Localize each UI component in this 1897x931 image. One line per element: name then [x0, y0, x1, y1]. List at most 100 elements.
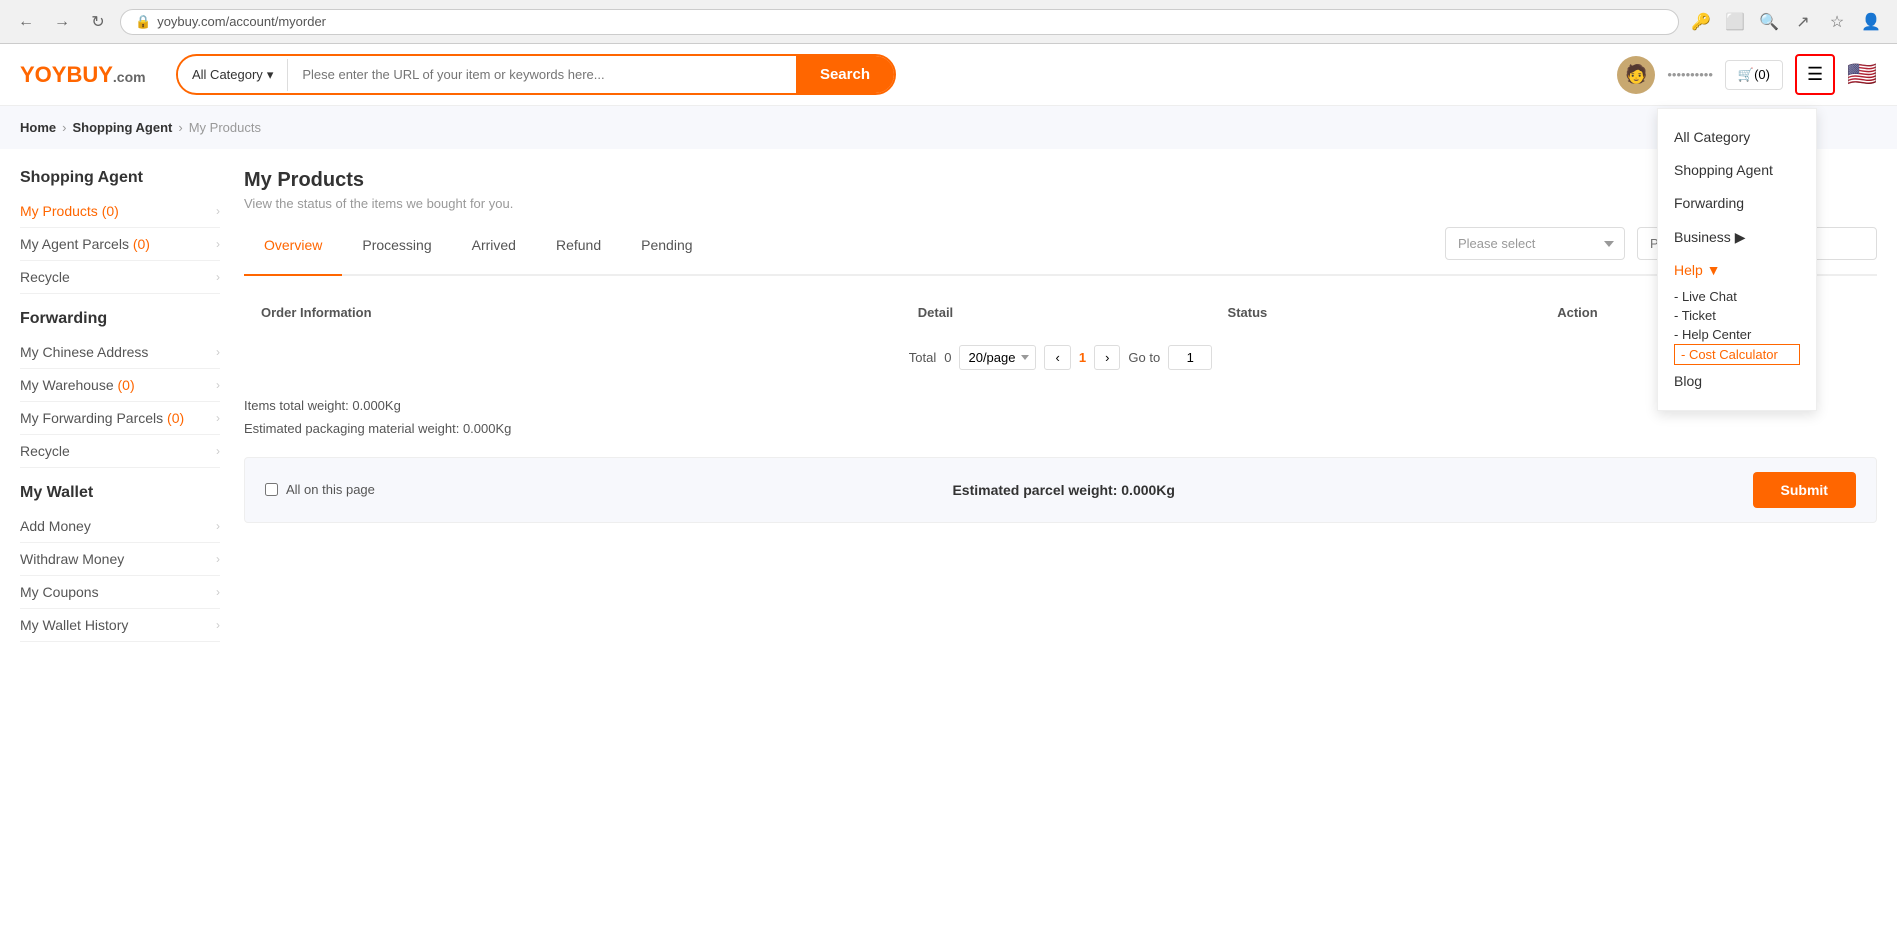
current-page: 1 — [1079, 350, 1086, 365]
dropdown-business[interactable]: Business ▶ — [1674, 221, 1800, 254]
sidebar: Shopping Agent My Products (0) › My Agen… — [20, 169, 220, 642]
dropdown-forwarding[interactable]: Forwarding — [1674, 187, 1800, 220]
breadcrumb-shopping-agent[interactable]: Shopping Agent — [72, 120, 172, 135]
dropdown-cost-calculator[interactable]: - Cost Calculator — [1674, 344, 1800, 365]
address-bar[interactable]: 🔒 yoybuy.com/account/myorder — [120, 9, 1679, 35]
browser-bookmark-icon[interactable]: ☆ — [1823, 8, 1851, 36]
chevron-icon: › — [216, 552, 220, 566]
browser-zoom-icon[interactable]: 🔍 — [1755, 8, 1783, 36]
sidebar-section-forwarding: Forwarding — [20, 310, 220, 328]
user-name: •••••••••• — [1667, 67, 1713, 82]
sidebar-count-warehouse: (0) — [118, 377, 135, 393]
search-input[interactable] — [288, 57, 796, 92]
main-content: My Products View the status of the items… — [244, 169, 1877, 642]
col-detail: Detail — [902, 293, 1212, 333]
sidebar-label-my-agent-parcels: My Agent Parcels (0) — [20, 236, 150, 252]
total-count: 0 — [944, 350, 951, 365]
menu-button[interactable]: ☰ — [1795, 54, 1835, 95]
cart-button[interactable]: 🛒(0) — [1725, 60, 1783, 90]
page-subtitle: View the status of the items we bought f… — [244, 196, 1877, 211]
browser-account-icon[interactable]: 👤 — [1857, 8, 1885, 36]
logo-buy: BUY — [66, 62, 112, 87]
language-flag[interactable]: 🇺🇸 — [1847, 60, 1877, 89]
sidebar-item-my-products[interactable]: My Products (0) › — [20, 195, 220, 228]
dropdown-all-category[interactable]: All Category — [1674, 121, 1800, 154]
browser-key-icon[interactable]: 🔑 — [1687, 8, 1715, 36]
breadcrumb-current: My Products — [189, 120, 261, 135]
all-checkbox-input[interactable] — [265, 483, 278, 496]
sidebar-count-my-products: (0) — [102, 203, 119, 219]
search-button[interactable]: Search — [796, 56, 894, 93]
dropdown-blog[interactable]: Blog — [1674, 365, 1800, 398]
sidebar-label-add-money: Add Money — [20, 518, 91, 534]
goto-input[interactable] — [1168, 345, 1212, 370]
sidebar-item-recycle-1[interactable]: Recycle › — [20, 261, 220, 294]
sidebar-label-my-wallet-history: My Wallet History — [20, 617, 128, 633]
browser-translate-icon[interactable]: ⬜ — [1721, 8, 1749, 36]
dropdown-live-chat[interactable]: - Live Chat — [1674, 287, 1800, 306]
tab-refund[interactable]: Refund — [536, 227, 621, 276]
chevron-icon: › — [216, 618, 220, 632]
tab-processing[interactable]: Processing — [342, 227, 451, 276]
page-size-select[interactable]: 20/page — [959, 345, 1036, 370]
breadcrumb: Home › Shopping Agent › My Products — [0, 106, 1897, 149]
browser-share-icon[interactable]: ↗ — [1789, 8, 1817, 36]
sidebar-item-my-wallet-history[interactable]: My Wallet History › — [20, 609, 220, 642]
chevron-icon: › — [216, 270, 220, 284]
total-weight: Items total weight: 0.000Kg — [244, 394, 1877, 417]
sidebar-item-withdraw-money[interactable]: Withdraw Money › — [20, 543, 220, 576]
sidebar-item-add-money[interactable]: Add Money › — [20, 510, 220, 543]
all-on-page-checkbox[interactable]: All on this page — [265, 482, 375, 497]
sidebar-label-recycle-1: Recycle — [20, 269, 70, 285]
sidebar-label-my-warehouse: My Warehouse (0) — [20, 377, 135, 393]
sidebar-item-my-warehouse[interactable]: My Warehouse (0) › — [20, 369, 220, 402]
all-checkbox-label: All on this page — [286, 482, 375, 497]
tab-overview[interactable]: Overview — [244, 227, 342, 276]
next-page-button[interactable]: › — [1094, 345, 1120, 370]
main-layout: Shopping Agent My Products (0) › My Agen… — [0, 149, 1897, 662]
chevron-icon: › — [216, 585, 220, 599]
back-button[interactable]: ← — [12, 8, 40, 36]
category-dropdown[interactable]: All Category ▾ — [178, 59, 288, 91]
chevron-icon: › — [216, 519, 220, 533]
pagination: Total 0 20/page ‹ 1 › Go to — [244, 333, 1877, 382]
tab-arrived[interactable]: Arrived — [452, 227, 536, 276]
sidebar-item-my-forwarding-parcels[interactable]: My Forwarding Parcels (0) › — [20, 402, 220, 435]
logo-com: .com — [113, 69, 146, 85]
sidebar-item-my-chinese-address[interactable]: My Chinese Address › — [20, 336, 220, 369]
goto-label: Go to — [1128, 350, 1160, 365]
filter-select[interactable]: Please select — [1445, 227, 1625, 260]
chevron-icon: › — [216, 345, 220, 359]
sidebar-section-shopping-agent: Shopping Agent — [20, 169, 220, 187]
dropdown-help[interactable]: Help ▼ — [1674, 254, 1800, 287]
sidebar-item-recycle-2[interactable]: Recycle › — [20, 435, 220, 468]
dropdown-shopping-agent[interactable]: Shopping Agent — [1674, 154, 1800, 187]
parcel-weight: Estimated parcel weight: 0.000Kg — [952, 482, 1175, 498]
dropdown-ticket[interactable]: - Ticket — [1674, 306, 1800, 325]
sidebar-item-my-agent-parcels[interactable]: My Agent Parcels (0) › — [20, 228, 220, 261]
tab-pending[interactable]: Pending — [621, 227, 712, 276]
forward-button[interactable]: → — [48, 8, 76, 36]
prev-page-button[interactable]: ‹ — [1044, 345, 1070, 370]
sidebar-label-my-forwarding-parcels: My Forwarding Parcels (0) — [20, 410, 184, 426]
chevron-down-icon: ▾ — [267, 67, 274, 83]
sidebar-item-my-coupons[interactable]: My Coupons › — [20, 576, 220, 609]
chevron-icon: › — [216, 444, 220, 458]
breadcrumb-home[interactable]: Home — [20, 120, 56, 135]
sidebar-label-my-products: My Products (0) — [20, 203, 119, 219]
submit-button[interactable]: Submit — [1753, 472, 1856, 508]
url-text: yoybuy.com/account/myorder — [157, 14, 326, 29]
chevron-icon: › — [216, 411, 220, 425]
sidebar-section-my-wallet: My Wallet — [20, 484, 220, 502]
sidebar-count-agent-parcels: (0) — [133, 236, 150, 252]
logo[interactable]: YOYBUY.com — [20, 62, 160, 88]
header-right: 🧑 •••••••••• 🛒(0) ☰ 🇺🇸 — [1617, 54, 1877, 95]
sidebar-label-recycle-2: Recycle — [20, 443, 70, 459]
avatar-image: 🧑 — [1625, 64, 1647, 85]
dropdown-help-center[interactable]: - Help Center — [1674, 325, 1800, 344]
chevron-icon: › — [216, 237, 220, 251]
sidebar-label-withdraw-money: Withdraw Money — [20, 551, 124, 567]
avatar[interactable]: 🧑 — [1617, 56, 1655, 94]
refresh-button[interactable]: ↻ — [84, 8, 112, 36]
sidebar-label-my-chinese-address: My Chinese Address — [20, 344, 148, 360]
